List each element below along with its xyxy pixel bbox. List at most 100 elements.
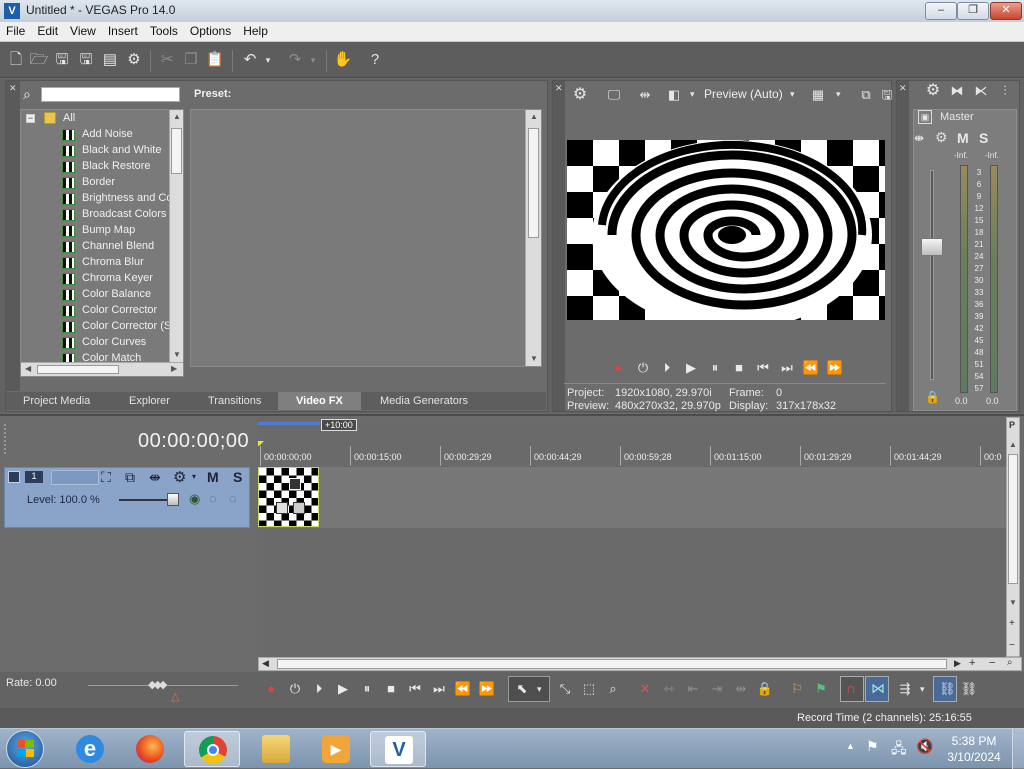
fx-item[interactable]: Add Noise [21,127,181,143]
timeline-next-frame-icon[interactable]: ⏩ [476,679,498,699]
taskbar-vegas-pro[interactable]: V [370,731,426,767]
track-mute-button[interactable]: M [207,469,219,485]
fx-item[interactable]: Brightness and Co [21,191,181,207]
tab-explorer[interactable]: Explorer [129,395,170,407]
mixer-dim-icon[interactable]: ⧔ [971,81,991,101]
fx-item[interactable]: Border [21,175,181,191]
fx-search-input[interactable] [41,87,180,102]
track-solo-button[interactable]: S [233,469,242,485]
show-hidden-icons[interactable]: ▲ [846,741,855,751]
fx-item[interactable]: Color Corrector (S [21,319,181,335]
master-fader[interactable] [921,238,943,256]
timeline-prev-frame-icon[interactable]: ⏪ [452,679,474,699]
properties-gear-icon[interactable]: ⚙ [124,50,144,70]
redo-icon[interactable]: ↷ [285,50,305,70]
menu-file[interactable]: File [0,22,31,38]
make-compositing-child-icon[interactable]: ◌ [209,491,217,506]
timeline-stop-icon[interactable]: ■ [380,679,402,699]
panel-grip[interactable]: ✕ [6,81,20,391]
taskbar-firefox[interactable] [122,731,178,767]
tab-video-fx[interactable]: Video FX [278,392,361,410]
start-button[interactable] [6,730,44,768]
show-desktop-button[interactable] [1012,729,1024,769]
next-frame-icon[interactable]: ⏩ [824,358,846,378]
preview-settings-gear-icon[interactable]: ⚙ [570,85,590,105]
clock-time[interactable]: 5:38 PM [950,734,998,748]
trim-start-icon[interactable]: ⇤ [682,679,704,699]
loop-playback-icon[interactable]: ⏻ [632,358,654,378]
paste-icon[interactable]: 📋 [205,50,225,70]
empty-track-area[interactable] [258,529,1010,657]
help-icon[interactable]: ? [365,50,385,70]
rate-slider-handle[interactable]: ◆◆◆ [148,678,167,691]
fx-item[interactable]: Black Restore [21,159,181,175]
master-fx-icon[interactable]: ⚙ [935,129,948,146]
clock-date[interactable]: 3/10/2024 [946,750,1002,764]
save-as-icon[interactable]: 🖫 [76,50,96,70]
level-slider[interactable] [167,493,179,506]
split-screen-icon[interactable]: ⇹ [635,85,655,105]
menu-edit[interactable]: Edit [31,22,64,38]
volume-muted-icon[interactable]: 🔇 [916,738,933,755]
master-window-icon[interactable]: ▣ [918,110,932,124]
ignore-grouping-icon[interactable]: ⛓ [958,679,980,699]
grid-icon[interactable]: ▦ [808,85,828,105]
video-clip[interactable] [258,467,319,527]
minimize-button[interactable]: – [925,2,957,20]
compositing-mode-icon[interactable]: ◉ [189,491,200,507]
snapping-toggle[interactable]: ∩ [840,676,864,702]
insert-region-icon[interactable]: ⚑ [810,679,832,699]
selection-tool-icon[interactable]: ⬚ [578,679,600,699]
action-center-flag-icon[interactable]: ⚑ [866,738,879,755]
bypass-motion-blur-icon[interactable]: ⇼ [149,469,161,486]
fx-item[interactable]: Chroma Blur [21,255,181,271]
track-motion-icon[interactable]: ⛶ [101,469,111,486]
menu-options[interactable]: Options [184,22,237,38]
fx-item[interactable]: Color Balance [21,287,181,303]
make-compositing-parent-icon[interactable]: ◌ [229,491,237,506]
track-fx-gear-icon[interactable]: ⚙ [173,468,186,486]
edit-tool-dropdown-icon[interactable]: ▾ [537,684,542,695]
insert-marker-icon[interactable]: ⚐ [786,679,808,699]
preview-quality-dropdown-icon[interactable]: ▾ [790,89,795,100]
menu-view[interactable]: View [64,22,102,38]
play-from-start-icon[interactable]: ⏵ [656,358,678,378]
tree-vertical-scrollbar[interactable]: ▲ ▼ [169,110,183,362]
trim-icon[interactable]: ⇿ [658,679,680,699]
auto-ripple-dropdown-icon[interactable]: ▾ [920,684,925,695]
pause-icon[interactable]: ⏸ [704,358,726,378]
loop-region-bar[interactable] [258,422,320,425]
delete-icon[interactable]: ✕ [634,679,656,699]
preset-scrollbar[interactable]: ▲ ▼ [525,110,541,366]
taskbar-chrome[interactable] [184,731,240,767]
zoom-icon[interactable]: ⌕ [1007,657,1013,668]
auto-crossfade-toggle[interactable]: ⋈ [865,676,889,702]
stop-icon[interactable]: ■ [728,358,750,378]
copy-snapshot-icon[interactable]: ⧉ [856,85,876,105]
pan-crop-icon[interactable] [289,478,301,490]
envelope-tool-icon[interactable]: ⤡ [554,679,576,699]
undo-icon[interactable]: ↶ [240,50,260,70]
fx-item[interactable]: Black and White [21,143,181,159]
redo-dropdown-icon[interactable]: ▾ [307,50,319,70]
mixer-properties-icon[interactable]: ⫶ [995,81,1015,101]
lock-icon-toggle[interactable]: ⛓ [933,676,957,702]
timeline-vertical-scrollbar[interactable]: P ▲ ▼ + − [1006,417,1020,657]
overlays-dropdown-icon[interactable]: ▾ [690,89,695,100]
timeline-pause-icon[interactable]: ⏸ [356,679,378,699]
overlays-icon[interactable]: ◧ [664,85,684,105]
timecode-display[interactable]: 00:00:00;00 [138,430,249,453]
tab-project-media[interactable]: Project Media [23,395,90,407]
tree-root-all[interactable]: All [63,112,75,124]
timeline-horizontal-scrollbar[interactable]: ◀ ▶ + − ⌕ [258,657,1022,671]
mixer-settings-gear-icon[interactable]: ⚙ [923,81,943,101]
menu-tools[interactable]: Tools [144,22,184,38]
mixer-downmix-icon[interactable]: ⧓ [947,81,967,101]
master-solo-button[interactable]: S [979,130,988,146]
taskbar-file-explorer[interactable] [248,731,304,767]
timeline-loop-icon[interactable]: ⏻ [284,679,306,699]
timeline-record-icon[interactable]: ● [260,679,282,699]
network-icon[interactable]: 🖧 [891,738,907,762]
track-list-grip[interactable] [4,424,12,454]
split-icon[interactable]: ⇹ [730,679,752,699]
